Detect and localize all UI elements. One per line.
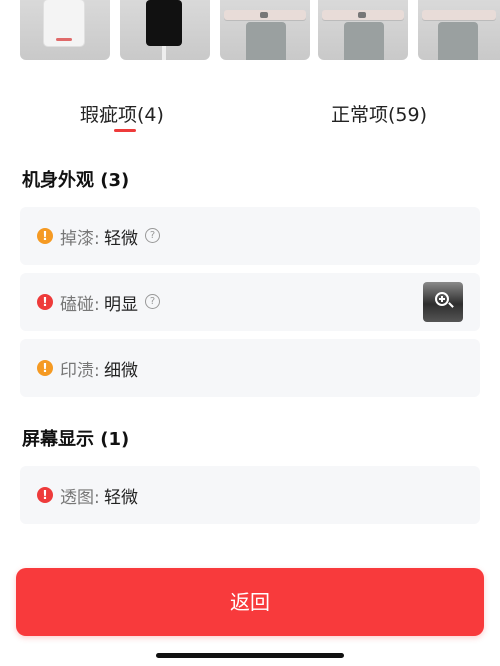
home-indicator [156,653,344,658]
photo-thumbnail[interactable] [20,0,110,60]
help-icon[interactable]: ? [145,228,160,243]
tab-defects[interactable]: 瑕疵项(4) [80,100,164,127]
photo-thumbnail[interactable] [418,0,500,60]
defect-item: ! 印渍: 细微 [20,339,480,397]
section-title-body-appearance: 机身外观 (3) [22,170,130,191]
defect-label: 印渍: [60,361,100,381]
defect-label: 透图: [60,488,100,508]
active-tab-indicator [114,129,136,132]
warning-icon: ! [37,360,53,376]
defect-item: ! 磕碰: 明显 ? [20,273,480,331]
defect-label: 磕碰: [60,295,100,315]
defect-photo-zoom-button[interactable] [423,282,463,322]
defect-value: 细微 [104,361,138,381]
error-icon: ! [37,294,53,310]
tab-normal[interactable]: 正常项(59) [331,100,427,127]
inspection-report-page: 瑕疵项(4) 正常项(59) 机身外观 (3) ! 掉漆: 轻微 ? ! 磕碰:… [0,0,500,666]
defect-item: ! 透图: 轻微 [20,466,480,524]
photo-thumbnail[interactable] [220,0,310,60]
defect-label: 掉漆: [60,229,100,249]
warning-icon: ! [37,228,53,244]
help-icon[interactable]: ? [145,294,160,309]
defect-value: 轻微 [104,229,138,249]
tab-bar: 瑕疵项(4) 正常项(59) [0,96,500,136]
return-button[interactable]: 返回 [16,568,484,636]
defect-value: 轻微 [104,488,138,508]
photo-strip [0,0,500,60]
defect-item: ! 掉漆: 轻微 ? [20,207,480,265]
photo-thumbnail[interactable] [318,0,408,60]
section-title-screen-display: 屏幕显示 (1) [22,429,130,450]
error-icon: ! [37,487,53,503]
defect-value: 明显 [104,295,138,315]
photo-thumbnail[interactable] [120,0,210,60]
